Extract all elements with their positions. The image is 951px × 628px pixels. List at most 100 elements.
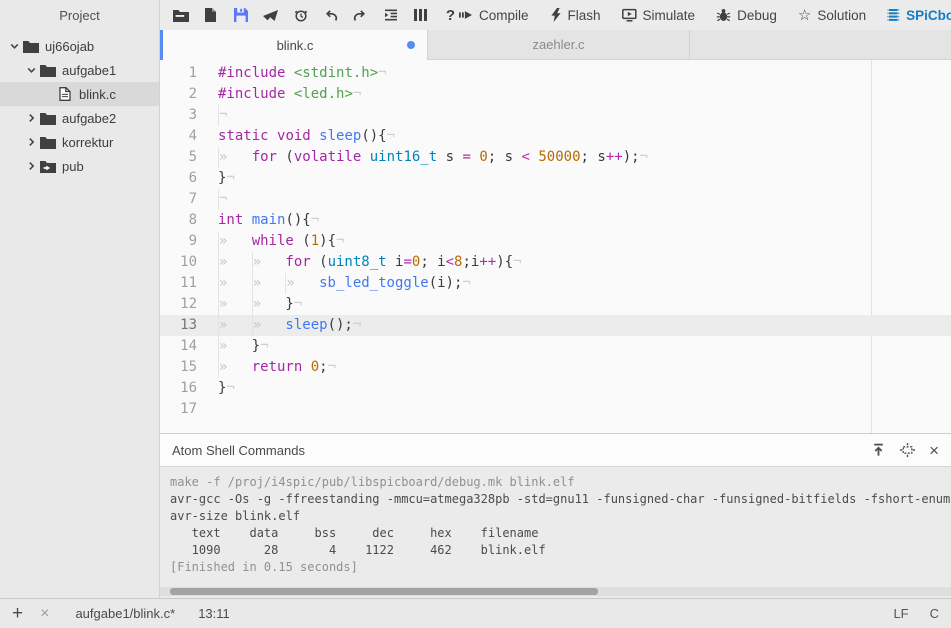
code-line[interactable]: 7¬ xyxy=(160,189,951,210)
tree-item-label: korrektur xyxy=(62,135,113,150)
new-file-icon[interactable] xyxy=(202,8,219,23)
tab-label: blink.c xyxy=(277,38,314,53)
folder-link-icon xyxy=(39,160,56,173)
code-line[interactable]: 4static void sleep(){¬ xyxy=(160,126,951,147)
add-icon[interactable]: + xyxy=(12,604,23,623)
help-icon[interactable]: ? xyxy=(442,8,459,23)
spicboard-label: SPiCboard xyxy=(906,8,951,23)
code-line[interactable]: 8int main(){¬ xyxy=(160,210,951,231)
tree-item-label: uj66ojab xyxy=(45,39,94,54)
code-text: int main(){¬ xyxy=(210,210,319,231)
status-bar: + × aufgabe1/blink.c* 13:11 LF C xyxy=(0,598,951,628)
line-number: 15 xyxy=(160,357,210,378)
spicboard-icon xyxy=(887,8,900,22)
simulate-button[interactable]: Simulate xyxy=(622,8,696,23)
tree-item-aufgabe2[interactable]: aufgabe2 xyxy=(0,106,159,130)
open-folder-icon[interactable] xyxy=(172,8,189,23)
console-line: 1090 28 4 1122 462 blink.elf xyxy=(170,542,951,559)
compile-icon xyxy=(459,9,473,21)
chevron-down-icon[interactable] xyxy=(7,41,22,51)
debug-icon xyxy=(716,8,731,22)
panel-header: Atom Shell Commands × xyxy=(160,433,951,467)
modified-dot xyxy=(407,41,415,49)
tab-blink-c[interactable]: blink.c xyxy=(160,30,428,60)
compile-button[interactable]: Compile xyxy=(459,8,529,23)
code-text: »}¬ xyxy=(210,336,269,357)
tree-item-aufgabe1[interactable]: aufgabe1 xyxy=(0,58,159,82)
grammar-indicator[interactable]: C xyxy=(930,606,939,621)
project-tree: uj66ojab aufgabe1 blink.caufgabe2 korrektur… xyxy=(0,30,160,598)
simulate-label: Simulate xyxy=(643,8,696,23)
tree-item-blink-c[interactable]: blink.c xyxy=(0,82,159,106)
line-number: 17 xyxy=(160,399,210,420)
code-text: ¬ xyxy=(210,105,227,126)
code-line[interactable]: 1#include <stdint.h>¬ xyxy=(160,63,951,84)
tree-item-korrektur[interactable]: korrektur xyxy=(0,130,159,154)
undo-icon[interactable] xyxy=(322,8,339,23)
deadline-icon[interactable] xyxy=(292,8,309,23)
close-panel-icon[interactable]: × xyxy=(929,442,939,459)
tree-item-pub[interactable]: pub xyxy=(0,154,159,178)
auto-format-icon[interactable] xyxy=(382,8,399,23)
code-line[interactable]: 2#include <led.h>¬ xyxy=(160,84,951,105)
chevron-right-icon[interactable] xyxy=(24,161,39,171)
submit-icon[interactable] xyxy=(262,8,279,23)
tab-zaehler-c[interactable]: zaehler.c xyxy=(428,30,690,59)
code-text: ¬ xyxy=(210,189,227,210)
chevron-right-icon[interactable] xyxy=(24,137,39,147)
debug-button[interactable]: Debug xyxy=(716,8,777,23)
line-number: 12 xyxy=(160,294,210,315)
code-line[interactable]: 16}¬ xyxy=(160,378,951,399)
code-line[interactable]: 5»for (volatile uint16_t s = 0; s < 5000… xyxy=(160,147,951,168)
folder-icon xyxy=(39,64,56,77)
redo-icon[interactable] xyxy=(352,8,369,23)
close-icon[interactable]: × xyxy=(40,606,49,622)
code-text: »»»sb_led_toggle(i);¬ xyxy=(210,273,471,294)
line-number: 6 xyxy=(160,168,210,189)
toolbar-icon-group: ? xyxy=(172,8,459,23)
code-line[interactable]: 11»»»sb_led_toggle(i);¬ xyxy=(160,273,951,294)
code-text: »return 0;¬ xyxy=(210,357,336,378)
code-line[interactable]: 10»»for (uint8_t i=0; i<8;i++){¬ xyxy=(160,252,951,273)
panel-title: Atom Shell Commands xyxy=(172,443,305,458)
code-text: »»sleep();¬ xyxy=(210,315,361,336)
line-ending-indicator[interactable]: LF xyxy=(893,606,908,621)
code-line[interactable]: 15»return 0;¬ xyxy=(160,357,951,378)
code-line[interactable]: 13»»sleep();¬ xyxy=(160,315,951,336)
split-columns-icon[interactable] xyxy=(412,8,429,23)
chevron-right-icon[interactable] xyxy=(24,113,39,123)
code-text: }¬ xyxy=(210,168,235,189)
float-panel-icon[interactable] xyxy=(900,443,915,457)
tree-item-uj66ojab[interactable]: uj66ojab xyxy=(0,34,159,58)
flash-icon xyxy=(550,8,562,22)
panel-header-icons: × xyxy=(871,442,939,459)
compile-label: Compile xyxy=(479,8,529,23)
chevron-down-icon[interactable] xyxy=(24,65,39,75)
console-line: avr-gcc -Os -g -ffreestanding -mmcu=atme… xyxy=(170,491,951,508)
code-line[interactable]: 6}¬ xyxy=(160,168,951,189)
code-line[interactable]: 3¬ xyxy=(160,105,951,126)
folder-icon xyxy=(39,112,56,125)
code-editor[interactable]: 1#include <stdint.h>¬2#include <led.h>¬3… xyxy=(160,60,951,433)
code-text: »for (volatile uint16_t s = 0; s < 50000… xyxy=(210,147,648,168)
save-icon[interactable] xyxy=(232,8,249,23)
ide-window: Project ? CompileFlashSimulateDebug☆Solu… xyxy=(0,0,951,628)
toolbar-button-group: Compile Flash Simulate Debug ☆Solution SPiCbo… xyxy=(459,8,951,23)
solution-button[interactable]: ☆Solution xyxy=(798,8,866,23)
cursor-position[interactable]: 13:11 xyxy=(198,606,230,621)
flash-button[interactable]: Flash xyxy=(550,8,601,23)
line-number: 2 xyxy=(160,84,210,105)
code-line[interactable]: 9»while (1){¬ xyxy=(160,231,951,252)
tree-item-label: pub xyxy=(62,159,84,174)
folder-icon xyxy=(39,136,56,149)
code-line[interactable]: 17 xyxy=(160,399,951,420)
simulate-icon xyxy=(622,8,637,22)
file-icon xyxy=(56,87,73,101)
code-line[interactable]: 14»}¬ xyxy=(160,336,951,357)
console-hscrollbar-thumb[interactable] xyxy=(170,588,598,595)
spicboard-button[interactable]: SPiCboard xyxy=(887,8,951,23)
code-line[interactable]: 12»»}¬ xyxy=(160,294,951,315)
tree-item-label: aufgabe1 xyxy=(62,63,116,78)
scroll-to-top-icon[interactable] xyxy=(871,443,886,457)
line-number: 7 xyxy=(160,189,210,210)
